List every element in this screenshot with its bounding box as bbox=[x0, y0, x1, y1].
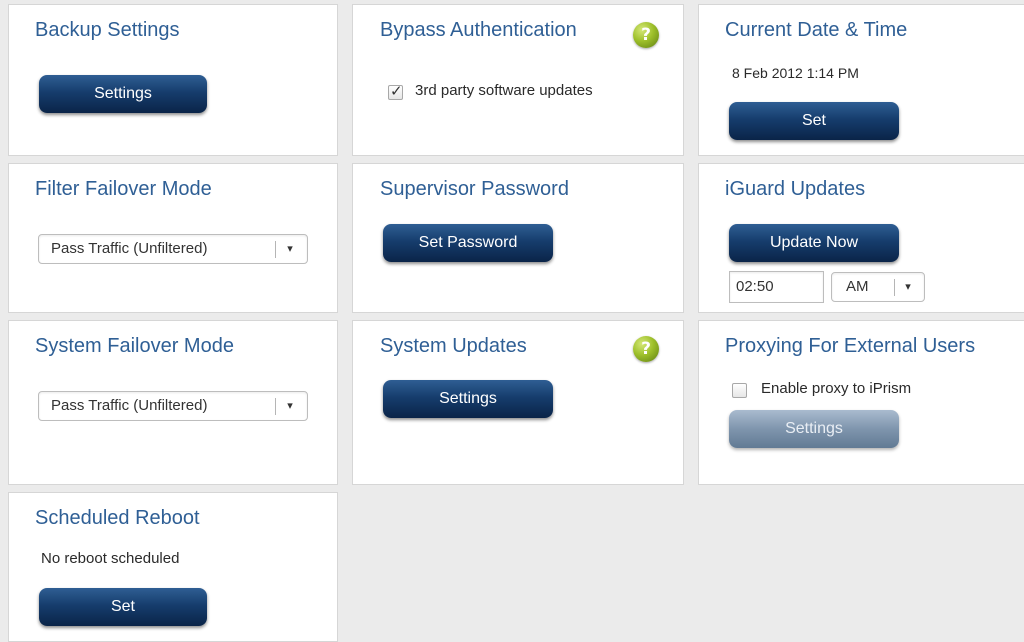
proxy-settings-button[interactable]: Settings bbox=[729, 410, 899, 448]
update-time-input[interactable]: 02:50 bbox=[729, 271, 824, 303]
filter-failover-title: Filter Failover Mode bbox=[35, 178, 212, 200]
set-date-time-button[interactable]: Set bbox=[729, 102, 899, 140]
enable-proxy-checkbox[interactable] bbox=[732, 383, 747, 398]
system-failover-title: System Failover Mode bbox=[35, 335, 234, 357]
enable-proxy-label: Enable proxy to iPrism bbox=[761, 380, 912, 397]
scheduled-reboot-panel: Scheduled Reboot No reboot scheduled Set bbox=[8, 492, 338, 642]
dropdown-separator bbox=[275, 398, 276, 415]
current-date-time-panel: Current Date & Time 8 Feb 2012 1:14 PM S… bbox=[698, 4, 1024, 156]
third-party-updates-label: 3rd party software updates bbox=[415, 82, 593, 99]
scheduled-reboot-title: Scheduled Reboot bbox=[35, 507, 200, 529]
system-updates-settings-button[interactable]: Settings bbox=[383, 380, 553, 418]
help-icon[interactable]: ? bbox=[633, 336, 659, 362]
backup-settings-button[interactable]: Settings bbox=[39, 75, 207, 113]
supervisor-password-title: Supervisor Password bbox=[380, 178, 569, 200]
filter-failover-selected-value: Pass Traffic (Unfiltered) bbox=[51, 240, 208, 257]
set-password-button[interactable]: Set Password bbox=[383, 224, 553, 262]
system-failover-select[interactable]: Pass Traffic (Unfiltered) ▾ bbox=[38, 391, 308, 421]
current-date-time-title: Current Date & Time bbox=[725, 19, 908, 41]
system-updates-panel: System Updates ? Settings bbox=[352, 320, 684, 485]
system-failover-panel: System Failover Mode Pass Traffic (Unfil… bbox=[8, 320, 338, 485]
current-date-time-value: 8 Feb 2012 1:14 PM bbox=[732, 65, 859, 81]
dropdown-separator bbox=[275, 241, 276, 258]
third-party-updates-checkbox[interactable]: ✓ bbox=[388, 82, 403, 100]
proxying-external-users-title: Proxying For External Users bbox=[725, 335, 976, 357]
iguard-updates-panel: iGuard Updates Update Now 02:50 AM ▾ bbox=[698, 163, 1024, 313]
help-icon[interactable]: ? bbox=[633, 22, 659, 48]
backup-settings-title: Backup Settings bbox=[35, 19, 180, 41]
chevron-down-icon[interactable]: ▾ bbox=[901, 273, 915, 301]
ampm-select[interactable]: AM ▾ bbox=[831, 272, 925, 302]
chevron-down-icon[interactable]: ▾ bbox=[283, 392, 297, 420]
chevron-down-icon[interactable]: ▾ bbox=[283, 235, 297, 263]
update-now-button[interactable]: Update Now bbox=[729, 224, 899, 262]
bypass-authentication-panel: Bypass Authentication ? ✓ 3rd party soft… bbox=[352, 4, 684, 156]
filter-failover-panel: Filter Failover Mode Pass Traffic (Unfil… bbox=[8, 163, 338, 313]
system-updates-title: System Updates bbox=[380, 335, 527, 357]
proxying-external-users-panel: Proxying For External Users Enable proxy… bbox=[698, 320, 1024, 485]
filter-failover-select[interactable]: Pass Traffic (Unfiltered) ▾ bbox=[38, 234, 308, 264]
system-failover-selected-value: Pass Traffic (Unfiltered) bbox=[51, 397, 208, 414]
backup-settings-panel: Backup Settings Settings bbox=[8, 4, 338, 156]
set-reboot-button[interactable]: Set bbox=[39, 588, 207, 626]
dropdown-separator bbox=[894, 279, 895, 296]
update-time-value: 02:50 bbox=[736, 278, 774, 295]
supervisor-password-panel: Supervisor Password Set Password bbox=[352, 163, 684, 313]
bypass-authentication-title: Bypass Authentication bbox=[380, 19, 577, 41]
iguard-updates-title: iGuard Updates bbox=[725, 178, 866, 200]
checkmark-icon: ✓ bbox=[390, 82, 403, 100]
reboot-status-text: No reboot scheduled bbox=[41, 550, 180, 567]
ampm-selected-value: AM bbox=[846, 278, 869, 295]
